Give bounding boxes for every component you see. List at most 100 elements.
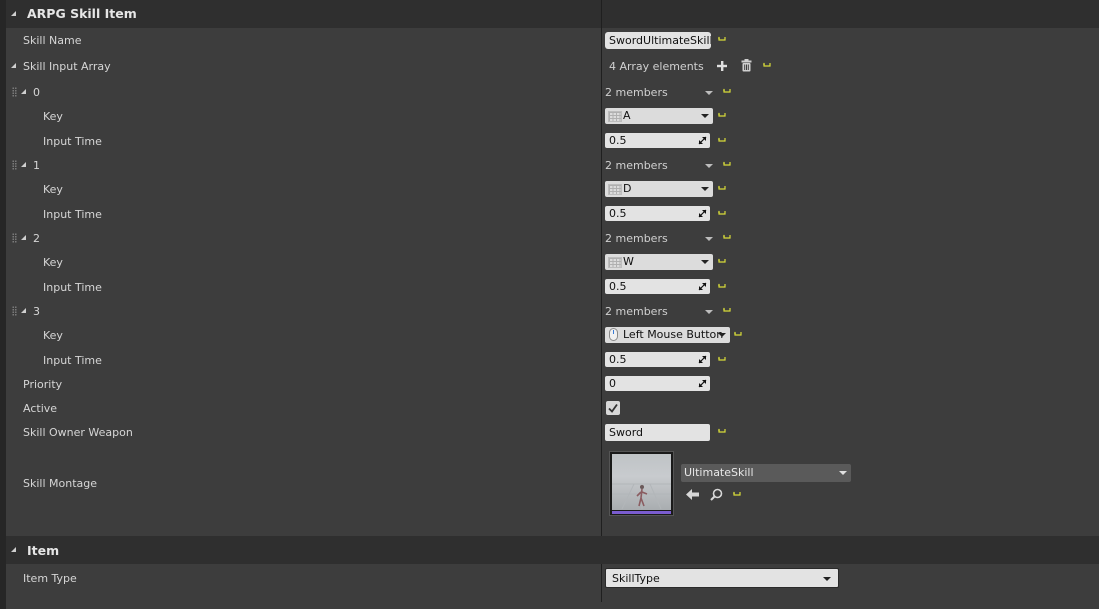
- element-expander-icon[interactable]: [21, 89, 26, 94]
- skill-owner-weapon-input[interactable]: Sword: [605, 424, 710, 441]
- chevron-down-icon[interactable]: [705, 91, 713, 95]
- drag-handle-icon[interactable]: [12, 306, 17, 316]
- reset-to-default-icon[interactable]: [718, 356, 726, 363]
- reset-to-default-icon[interactable]: [718, 283, 726, 290]
- column-divider[interactable]: [601, 0, 602, 602]
- key-label: Key: [43, 183, 63, 196]
- input-time-field[interactable]: 0.5: [605, 279, 710, 294]
- input-time-label: Input Time: [43, 135, 102, 148]
- reset-to-default-icon[interactable]: [718, 210, 726, 217]
- keyboard-icon: [608, 257, 622, 268]
- array-element-index: 2: [33, 232, 40, 245]
- plus-icon[interactable]: [716, 60, 728, 72]
- collapse-triangle-icon: [11, 547, 16, 552]
- active-checkbox[interactable]: [606, 401, 620, 415]
- reset-to-default-icon[interactable]: [718, 185, 726, 192]
- members-count: 2 members: [605, 305, 668, 318]
- priority-value: 0: [609, 377, 616, 390]
- collapse-triangle-icon: [11, 11, 16, 16]
- drag-handle-icon[interactable]: [12, 233, 17, 243]
- key-label: Key: [43, 256, 63, 269]
- resize-arrow-icon: [698, 379, 707, 388]
- array-element-index: 1: [33, 159, 40, 172]
- members-count: 2 members: [605, 159, 668, 172]
- chevron-down-icon: [701, 114, 709, 118]
- element-expander-icon[interactable]: [21, 162, 26, 167]
- priority-label: Priority: [23, 378, 63, 391]
- item-type-value: SkillType: [612, 572, 660, 585]
- priority-field[interactable]: 0: [605, 376, 710, 391]
- input-time-field[interactable]: 0.5: [605, 352, 710, 367]
- reset-to-default-icon[interactable]: [723, 307, 731, 314]
- input-time-label: Input Time: [43, 281, 102, 294]
- drag-handle-icon[interactable]: [12, 87, 17, 97]
- reset-to-default-icon[interactable]: [763, 62, 771, 69]
- input-time-value: 0.5: [609, 207, 627, 220]
- keyboard-icon: [608, 111, 622, 122]
- drag-handle-icon[interactable]: [12, 160, 17, 170]
- skill-input-array-label: Skill Input Array: [23, 60, 111, 73]
- item-type-label: Item Type: [23, 572, 77, 585]
- skill-montage-label: Skill Montage: [23, 477, 98, 490]
- element-expander-icon[interactable]: [21, 235, 26, 240]
- reset-to-default-icon[interactable]: [718, 137, 726, 144]
- trash-icon[interactable]: [741, 59, 752, 72]
- asset-thumbnail[interactable]: [609, 451, 674, 516]
- chevron-down-icon[interactable]: [705, 164, 713, 168]
- skill-input-array-expander-icon[interactable]: [11, 63, 16, 68]
- category-header-arpg-skill-item[interactable]: ARPG Skill Item: [6, 0, 1099, 28]
- element-expander-icon[interactable]: [21, 308, 26, 313]
- reset-to-default-icon[interactable]: [718, 258, 726, 265]
- reset-to-default-icon[interactable]: [723, 88, 731, 95]
- search-icon[interactable]: [710, 488, 723, 501]
- checkmark-icon: [608, 403, 618, 413]
- reset-to-default-icon[interactable]: [733, 491, 741, 498]
- mouse-icon: [609, 328, 618, 341]
- key-label: Key: [43, 110, 63, 123]
- keyboard-icon: [608, 184, 622, 195]
- reset-to-default-icon[interactable]: [723, 161, 731, 168]
- array-count-text: 4 Array elements: [609, 60, 704, 73]
- category-title: ARPG Skill Item: [27, 6, 137, 21]
- key-selector[interactable]: A: [605, 108, 713, 124]
- resize-arrow-icon: [698, 136, 707, 145]
- reset-to-default-icon[interactable]: [718, 36, 726, 43]
- resize-arrow-icon: [698, 355, 707, 364]
- montage-asset-picker[interactable]: UltimateSkill: [681, 464, 851, 482]
- array-element-index: 0: [33, 86, 40, 99]
- input-time-label: Input Time: [43, 354, 102, 367]
- reset-to-default-icon[interactable]: [723, 234, 731, 241]
- chevron-down-icon: [823, 577, 831, 581]
- left-edge-bar: [0, 0, 6, 609]
- skill-name-input[interactable]: SwordUltimateSkill: [605, 32, 711, 49]
- members-count: 2 members: [605, 86, 668, 99]
- input-time-field[interactable]: 0.5: [605, 133, 710, 148]
- category-header-item[interactable]: Item: [6, 536, 1099, 564]
- array-element-index: 3: [33, 305, 40, 318]
- chevron-down-icon[interactable]: [705, 237, 713, 241]
- reset-to-default-icon[interactable]: [718, 112, 726, 119]
- chevron-down-icon[interactable]: [705, 310, 713, 314]
- skill-owner-weapon-label: Skill Owner Weapon: [23, 426, 133, 439]
- chevron-down-icon: [839, 471, 847, 475]
- montage-asset-name: UltimateSkill: [684, 466, 754, 479]
- asset-type-color-bar: [612, 511, 671, 514]
- key-value: W: [623, 255, 634, 268]
- item-type-selector[interactable]: SkillType: [605, 568, 839, 588]
- key-label: Key: [43, 329, 63, 342]
- key-selector[interactable]: Left Mouse Button: [605, 327, 730, 343]
- key-selector[interactable]: D: [605, 181, 713, 197]
- input-time-value: 0.5: [609, 134, 627, 147]
- use-selected-arrow-icon[interactable]: [686, 489, 699, 500]
- input-time-field[interactable]: 0.5: [605, 206, 710, 221]
- input-time-label: Input Time: [43, 208, 102, 221]
- active-label: Active: [23, 402, 58, 415]
- key-selector[interactable]: W: [605, 254, 713, 270]
- chevron-down-icon: [701, 187, 709, 191]
- character-figure-icon: [612, 483, 671, 509]
- reset-to-default-icon[interactable]: [734, 331, 742, 338]
- category-title: Item: [27, 543, 60, 558]
- input-time-value: 0.5: [609, 353, 627, 366]
- reset-to-default-icon[interactable]: [718, 428, 726, 435]
- resize-arrow-icon: [698, 282, 707, 291]
